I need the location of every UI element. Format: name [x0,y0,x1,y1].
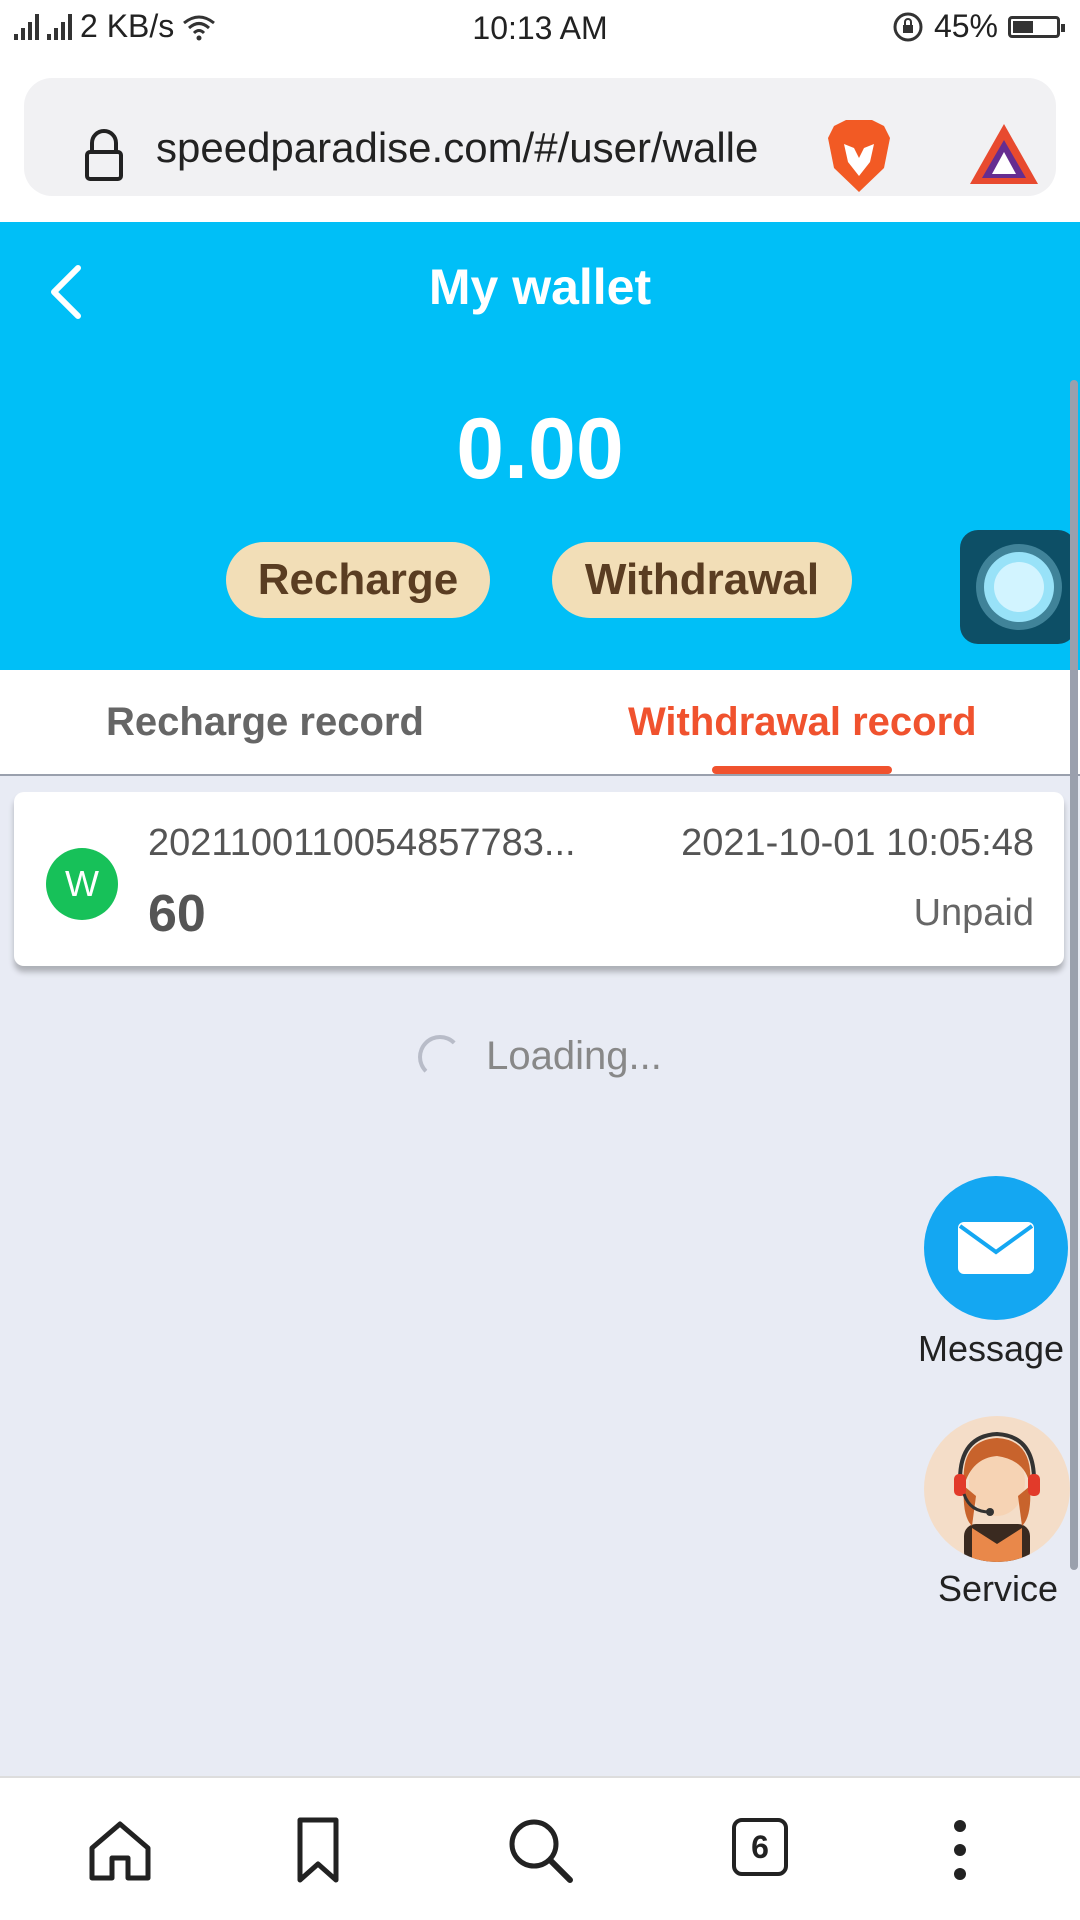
tabs-button[interactable]: 6 [726,1814,798,1886]
tab-withdrawal-record[interactable]: Withdrawal record [628,700,977,745]
spinner-icon [418,1034,463,1079]
lock-icon [85,129,123,181]
status-right: 45% [892,8,1065,45]
browser-bottom-nav: 6 [0,1776,1080,1920]
withdrawal-button[interactable]: Withdrawal [552,542,852,618]
bat-rewards-icon[interactable] [968,122,1040,186]
record-tabs: Recharge record Withdrawal record [0,670,1080,776]
order-time: 2021-10-01 10:05:48 [681,822,1034,864]
order-status: Unpaid [913,892,1034,934]
url-text[interactable]: speedparadise.com/#/user/walle [156,124,806,172]
browser-bar: speedparadise.com/#/user/walle [0,58,1080,222]
address-bar[interactable]: speedparadise.com/#/user/walle [24,78,1056,196]
bookmark-icon[interactable] [282,1814,354,1886]
service-label[interactable]: Service [938,1568,1058,1610]
loading-text: Loading... [486,1034,662,1078]
rotation-lock-icon [893,12,923,41]
more-menu-icon[interactable] [924,1814,996,1886]
status-bar: 2 KB/s 10:13 AM 45% [0,0,1080,58]
message-label[interactable]: Message [918,1328,1064,1370]
battery-percent: 45% [933,8,998,44]
record-type-badge: W [46,848,118,920]
loading-indicator: Loading... [0,1034,1080,1079]
scrollbar[interactable] [1070,380,1078,1570]
order-number: 2021100110054857783... [148,822,576,864]
battery-icon [1008,15,1065,38]
wallet-header: My wallet 0.00 Recharge Withdrawal [0,222,1080,670]
search-icon[interactable] [504,1814,576,1886]
record-card[interactable]: W 2021100110054857783... 2021-10-01 10:0… [14,792,1064,966]
message-button[interactable] [924,1176,1068,1320]
envelope-icon [958,1222,1034,1274]
service-button[interactable] [924,1416,1070,1562]
assist-ball-icon [984,552,1054,622]
home-icon[interactable] [84,1814,156,1886]
support-agent-icon [954,1431,1040,1562]
tab-count: 6 [732,1818,788,1876]
floating-assist-button[interactable] [960,530,1076,644]
tab-recharge-record[interactable]: Recharge record [106,700,424,745]
active-tab-indicator [712,766,892,774]
screen: 2 KB/s 10:13 AM 45% speedparadise.com/#/… [0,0,1080,1920]
page-title: My wallet [428,259,652,315]
wallet-balance: 0.00 [456,401,624,497]
recharge-button[interactable]: Recharge [226,542,490,618]
brave-shield-icon[interactable] [824,118,894,194]
order-amount: 60 [148,885,206,943]
